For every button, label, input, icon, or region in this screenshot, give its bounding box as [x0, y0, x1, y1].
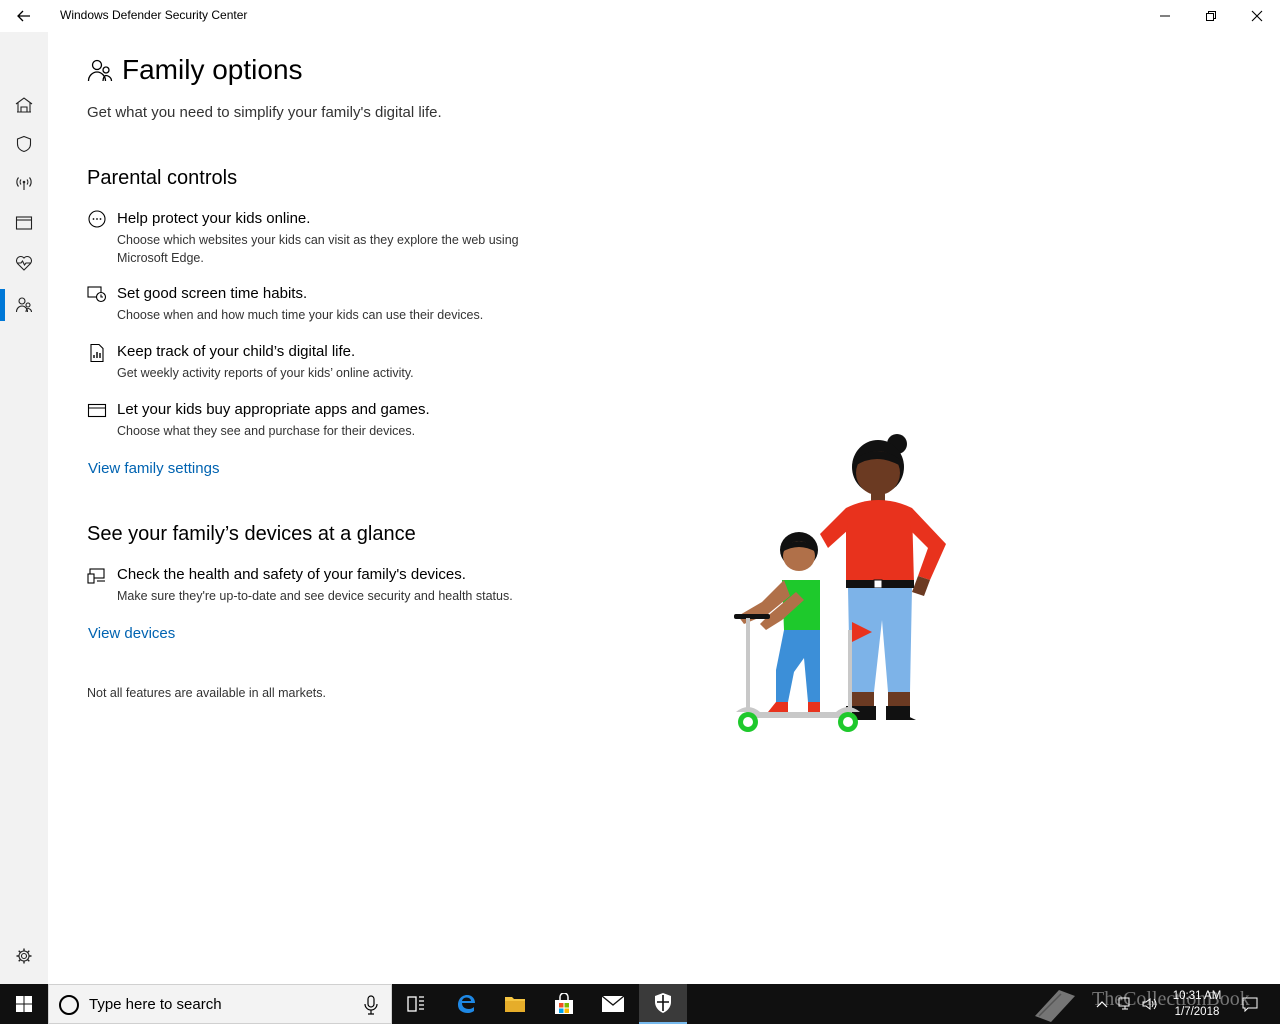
feature-title: Set good screen time habits. [117, 285, 308, 302]
store-app[interactable] [540, 984, 588, 1024]
network-antenna-icon [16, 177, 32, 190]
show-hidden-icons[interactable] [1092, 984, 1112, 1024]
nav-family-options[interactable] [0, 285, 48, 325]
feature-title: Help protect your kids online. [117, 210, 311, 227]
task-view-button[interactable] [392, 984, 440, 1024]
family-icon [15, 297, 33, 313]
title-bar: Windows Defender Security Center [0, 0, 1280, 32]
devices-heading: See your family’s devices at a glance [87, 523, 416, 545]
main-content: Family options Get what you need to simp… [48, 32, 1280, 984]
action-center[interactable] [1238, 984, 1262, 1024]
microphone-icon[interactable] [363, 995, 379, 1015]
restore-button[interactable] [1188, 0, 1234, 32]
view-devices-link[interactable]: View devices [88, 625, 175, 642]
devices-icon [87, 568, 105, 584]
page-subtitle: Get what you need to simplify your famil… [87, 104, 442, 121]
search-placeholder: Type here to search [89, 996, 222, 1013]
feature-description: Get weekly activity reports of your kids… [117, 366, 414, 380]
app-browser-icon [15, 216, 33, 230]
feature-title: Let your kids buy appropriate apps and g… [117, 401, 430, 418]
family-illustration [734, 434, 946, 732]
feature-device-health: Check the health and safety of your fami… [87, 566, 567, 606]
feature-title: Check the health and safety of your fami… [117, 566, 466, 583]
window-title: Windows Defender Security Center [60, 8, 248, 22]
parental-controls-heading: Parental controls [87, 167, 238, 189]
home-icon [15, 97, 33, 113]
minimize-button[interactable] [1142, 0, 1188, 32]
close-button[interactable] [1234, 0, 1280, 32]
availability-note: Not all features are available in all ma… [87, 686, 327, 700]
feature-description: Choose what they see and purchase for th… [117, 424, 416, 438]
page-header: Family options [87, 54, 303, 86]
restore-icon [1206, 11, 1216, 21]
file-explorer-app[interactable] [491, 984, 539, 1024]
defender-shield-icon [655, 993, 671, 1013]
nav-settings[interactable] [0, 936, 48, 976]
left-navigation [0, 32, 48, 984]
nav-home[interactable] [0, 85, 48, 125]
feature-description: Make sure they're up-to-date and see dev… [117, 589, 513, 603]
nav-firewall-network[interactable] [0, 163, 48, 203]
clock-time: 10:31 AM [1172, 990, 1222, 1002]
edge-app[interactable] [442, 984, 490, 1024]
chat-bubble-icon [88, 210, 106, 228]
chevron-up-icon [1096, 1001, 1108, 1008]
volume-tray[interactable] [1140, 984, 1160, 1024]
taskbar: Type here to search TheCollectionBook 10… [0, 984, 1280, 1024]
view-family-settings-link[interactable]: View family settings [88, 460, 219, 477]
book-icon [1035, 990, 1075, 1022]
feature-screen-time: Set good screen time habits. Choose when… [87, 285, 567, 325]
close-icon [1251, 10, 1263, 22]
start-button[interactable] [0, 984, 48, 1024]
credit-card-icon [87, 403, 107, 418]
feature-purchases: Let your kids buy appropriate apps and g… [87, 401, 567, 441]
network-tray[interactable] [1116, 984, 1136, 1024]
screen-clock-icon [87, 286, 107, 303]
folder-icon [505, 997, 525, 1012]
feature-activity-reports: Keep track of your child’s digital life.… [87, 343, 567, 383]
notification-icon [1242, 997, 1258, 1012]
windows-logo-icon [16, 996, 32, 1012]
edge-icon [458, 995, 475, 1013]
nav-virus-protection[interactable] [0, 124, 48, 164]
minimize-icon [1160, 15, 1170, 17]
mail-icon [601, 995, 625, 1012]
feature-description: Choose which websites your kids can visi… [117, 233, 519, 265]
back-button[interactable] [0, 0, 48, 32]
watermark-book [1030, 984, 1080, 1024]
report-document-icon [90, 343, 104, 363]
defender-app[interactable] [639, 984, 687, 1024]
task-view-icon [407, 996, 424, 1012]
cortana-icon [59, 995, 79, 1015]
settings-gear-icon [16, 948, 32, 964]
network-icon [1118, 997, 1130, 1010]
nav-device-health[interactable] [0, 243, 48, 283]
page-title: Family options [122, 54, 303, 85]
mail-app[interactable] [589, 984, 637, 1024]
back-arrow-icon [17, 10, 30, 22]
heart-pulse-icon [15, 255, 33, 271]
feature-title: Keep track of your child’s digital life. [117, 343, 356, 360]
taskbar-search[interactable]: Type here to search [48, 984, 392, 1024]
store-bag-icon [555, 993, 573, 1014]
shield-icon [16, 135, 32, 153]
family-icon [87, 59, 113, 82]
taskbar-clock[interactable]: 10:31 AM 1/7/2018 [1160, 988, 1234, 1020]
feature-description: Choose when and how much time your kids … [117, 308, 484, 322]
clock-date: 1/7/2018 [1174, 1006, 1220, 1018]
volume-icon [1142, 998, 1157, 1010]
feature-protect-kids: Help protect your kids online. Choose wh… [87, 210, 567, 265]
nav-app-browser[interactable] [0, 203, 48, 243]
